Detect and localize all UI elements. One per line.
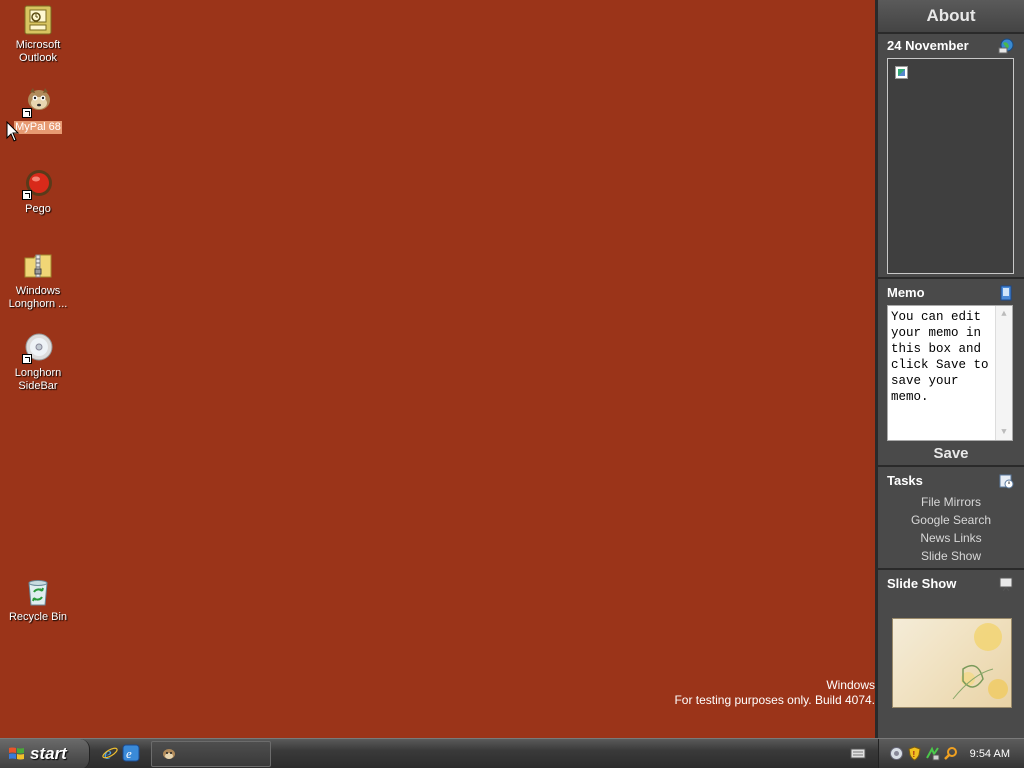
desktop-icon-pego[interactable]: Pego xyxy=(0,168,76,216)
outlook-icon xyxy=(22,4,54,36)
tasks-title: Tasks xyxy=(887,473,923,488)
task-link-slide-show[interactable]: Slide Show xyxy=(878,547,1024,565)
desktop-icon-label: Longhorn xyxy=(14,367,62,379)
memo-title: Memo xyxy=(887,285,925,300)
desktop-icon-label: MyPal 68 xyxy=(14,121,62,134)
slideshow-header: Slide Show xyxy=(878,572,1024,596)
broken-image-icon xyxy=(895,66,908,79)
quick-launch: e e xyxy=(98,744,144,764)
network-icon[interactable] xyxy=(889,746,904,761)
memo-header: Memo xyxy=(878,281,1024,305)
slideshow-title: Slide Show xyxy=(887,576,957,591)
calendar-tile: 24 November xyxy=(878,32,1024,277)
calendar-date: 24 November xyxy=(887,38,969,53)
mypal-icon xyxy=(163,749,175,759)
desktop: Microsoft Outlook MyPal 68 Pego Windows … xyxy=(0,0,875,738)
taskbar-button-mypal[interactable] xyxy=(151,741,271,767)
shortcut-arrow-icon xyxy=(22,190,32,200)
svg-text:!: ! xyxy=(913,750,916,759)
memo-tile: Memo You can edit your memo in this box … xyxy=(878,277,1024,465)
desktop-icon-label: Microsoft xyxy=(15,39,61,51)
sidebar-about-button[interactable]: About xyxy=(878,0,1024,32)
desktop-icon-label: SideBar xyxy=(18,380,58,392)
memo-icon[interactable] xyxy=(998,285,1014,301)
calendar-title: 24 November xyxy=(878,34,1024,58)
desktop-icon-longhorn-sidebar[interactable]: Longhorn SideBar xyxy=(0,332,76,393)
photo-frame[interactable] xyxy=(887,58,1014,274)
mouse-cursor-icon xyxy=(6,121,20,142)
desktop-icon-outlook[interactable]: Microsoft Outlook xyxy=(0,4,76,65)
scroll-down-icon[interactable]: ▼ xyxy=(998,426,1010,438)
task-link-file-mirrors[interactable]: File Mirrors xyxy=(878,493,1024,511)
search-icon[interactable] xyxy=(943,746,958,761)
mypal-icon xyxy=(22,86,54,118)
windows-logo-icon xyxy=(9,747,24,760)
memo-textarea[interactable]: You can edit your memo in this box and c… xyxy=(887,305,1013,441)
shortcut-arrow-icon xyxy=(22,354,32,364)
desktop-icon-label: Recycle Bin xyxy=(8,611,68,623)
scroll-up-icon[interactable]: ▲ xyxy=(998,308,1010,320)
slideshow-icon[interactable] xyxy=(998,576,1014,592)
svg-text:e: e xyxy=(126,746,132,761)
watermark-line2: For testing purposes only. Build 4074. xyxy=(674,693,875,707)
desktop-icon-windows-longhorn[interactable]: Windows Longhorn ... xyxy=(0,250,76,311)
tasks-tile: Tasks File Mirrors Google Search News Li… xyxy=(878,465,1024,568)
connection-icon[interactable] xyxy=(925,746,940,761)
system-tray: ! 9:54 AM xyxy=(878,739,1024,768)
start-button[interactable]: start xyxy=(0,739,90,768)
memo-scrollbar[interactable]: ▲ ▼ xyxy=(995,306,1012,440)
build-watermark: Windows For testing purposes only. Build… xyxy=(575,678,875,708)
desktop-icon-label: Outlook xyxy=(19,52,57,64)
task-link-google-search[interactable]: Google Search xyxy=(878,511,1024,529)
tasks-icon[interactable] xyxy=(998,473,1014,489)
longhorn-sidebar: About 24 November Memo You can edit your… xyxy=(875,0,1024,738)
desktop-icon-label: Longhorn ... xyxy=(8,298,68,310)
task-link-news-links[interactable]: News Links xyxy=(878,529,1024,547)
recycle-bin-icon xyxy=(22,576,54,608)
zip-folder-icon xyxy=(22,250,54,282)
desktop-icon-recycle-bin[interactable]: Recycle Bin xyxy=(0,576,76,624)
globe-icon[interactable] xyxy=(998,38,1014,54)
memo-save-button[interactable]: Save xyxy=(878,444,1024,464)
shortcut-arrow-icon xyxy=(22,108,32,118)
sidebar-icon xyxy=(22,332,54,364)
memo-text: You can edit your memo in this box and c… xyxy=(891,310,989,404)
keyboard-icon[interactable] xyxy=(850,747,866,760)
pego-icon xyxy=(22,168,54,200)
security-shield-icon[interactable]: ! xyxy=(907,746,922,761)
start-label: start xyxy=(30,744,67,763)
tasks-header: Tasks xyxy=(878,469,1024,493)
desktop-icon-label: Pego xyxy=(25,203,51,215)
taskbar: start e e ! 9:54 AM xyxy=(0,738,1024,768)
browser-icon[interactable]: e xyxy=(122,744,140,762)
watermark-line1: Windows xyxy=(826,678,875,692)
slideshow-image[interactable] xyxy=(892,618,1012,708)
clock[interactable]: 9:54 AM xyxy=(970,739,1010,768)
desktop-icon-label: Windows xyxy=(15,285,61,297)
slideshow-tile: Slide Show xyxy=(878,568,1024,738)
internet-explorer-icon[interactable]: e xyxy=(101,744,119,762)
